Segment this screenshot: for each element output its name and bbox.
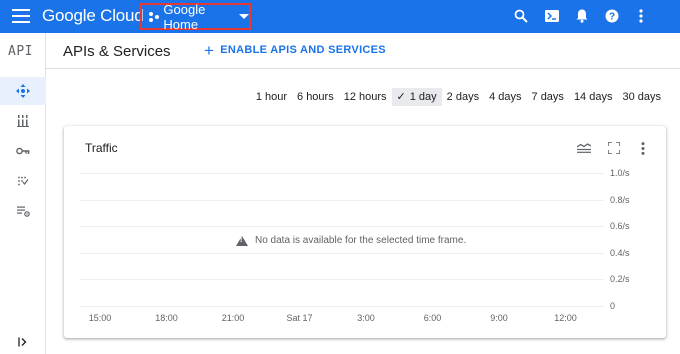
enabled-apis-icon [16, 84, 30, 98]
time-range-selector: 1 hour 6 hours 12 hours ✓ 1 day 2 days 4 … [251, 88, 666, 106]
card-title: Traffic [85, 141, 118, 155]
enable-apis-button[interactable]: + ENABLE APIS AND SERVICES [204, 40, 386, 60]
y-tick-label: 1.0/s [610, 168, 630, 178]
range-1-day[interactable]: ✓ 1 day [391, 88, 442, 106]
x-tick-label: 15:00 [88, 313, 112, 323]
range-30-days[interactable]: 30 days [617, 88, 666, 106]
chart-gridline [80, 226, 604, 228]
chart-gridline [80, 173, 604, 174]
range-12-hours[interactable]: 12 hours [339, 88, 392, 106]
plus-icon: + [204, 40, 215, 60]
chart-gridline [80, 279, 604, 281]
x-tick-label: 3:00 [357, 313, 375, 323]
expand-sidebar-button[interactable] [0, 331, 46, 353]
range-7-days[interactable]: 7 days [527, 88, 569, 106]
chart-gridline [80, 199, 604, 201]
expand-sidebar-icon [18, 337, 27, 347]
chevron-down-icon [239, 14, 249, 19]
sidebar-item-library[interactable] [0, 107, 46, 135]
y-tick-label: 0 [610, 301, 616, 311]
search-icon[interactable] [513, 8, 529, 24]
more-vert-icon[interactable] [633, 8, 649, 24]
range-14-days[interactable]: 14 days [569, 88, 618, 106]
x-tick-label: 18:00 [155, 313, 178, 323]
range-4-days[interactable]: 4 days [484, 88, 526, 106]
sidebar-item-oauth-consent[interactable] [0, 167, 46, 195]
chart-gridline [80, 306, 604, 307]
project-selector[interactable]: Google Home [140, 1, 251, 32]
notifications-icon[interactable] [574, 8, 590, 24]
page-title: APIs & Services [63, 43, 171, 60]
svg-text:?: ? [609, 12, 615, 23]
y-tick-label: 0.6/s [610, 221, 630, 232]
enable-apis-label: ENABLE APIS AND SERVICES [220, 44, 386, 56]
brand-logo[interactable]: Google Cloud [42, 6, 144, 26]
project-dots-icon [149, 11, 159, 22]
sidebar-item-page-usage-agreements[interactable] [0, 197, 46, 225]
legend-icon[interactable] [576, 140, 592, 156]
oauth-consent-icon [18, 176, 29, 186]
sidebar: API [0, 33, 46, 354]
y-tick-label: 0.2/s [610, 274, 630, 285]
cloud-shell-icon[interactable] [544, 8, 560, 24]
warning-icon [236, 235, 248, 246]
api-logo: API [8, 44, 33, 59]
range-2-days[interactable]: 2 days [442, 88, 484, 106]
page-header: APIs & Services + ENABLE APIS AND SERVIC… [46, 33, 680, 69]
project-name: Google Home [163, 1, 206, 32]
no-data-text: No data is available for the selected ti… [255, 235, 467, 246]
x-tick-label: Sat 17 [286, 313, 313, 323]
sidebar-item-enabled-apis[interactable] [0, 77, 46, 105]
y-tick-label: 0.4/s [610, 247, 630, 258]
chart-gridline [80, 252, 604, 254]
range-6-hours[interactable]: 6 hours [292, 88, 339, 106]
card-more-vert-icon[interactable] [635, 140, 651, 156]
top-bar: Google Cloud Google Home ? [0, 0, 680, 33]
range-1-hour[interactable]: 1 hour [251, 88, 292, 106]
menu-icon[interactable] [12, 9, 30, 23]
check-icon: ✓ [396, 91, 406, 103]
y-tick-label: 0.8/s [610, 194, 630, 205]
range-1-day-label: 1 day [409, 91, 437, 103]
x-tick-label: 12:00 [554, 313, 577, 323]
x-tick-label: 6:00 [423, 313, 442, 323]
credentials-icon [16, 147, 30, 155]
x-tick-label: 9:00 [490, 313, 508, 323]
library-icon [17, 115, 29, 127]
x-tick-label: 21:00 [221, 313, 245, 323]
no-data-message: No data is available for the selected ti… [236, 235, 466, 246]
sidebar-item-credentials[interactable] [0, 137, 46, 165]
help-icon[interactable]: ? [604, 8, 620, 24]
page-usage-agreements-icon [16, 206, 30, 217]
traffic-card: Traffic 1.0/s 0.8/s 0.6/s 0.4/s 0.2/s 0 15:00 1… [64, 126, 666, 338]
fullscreen-icon[interactable] [606, 140, 622, 156]
